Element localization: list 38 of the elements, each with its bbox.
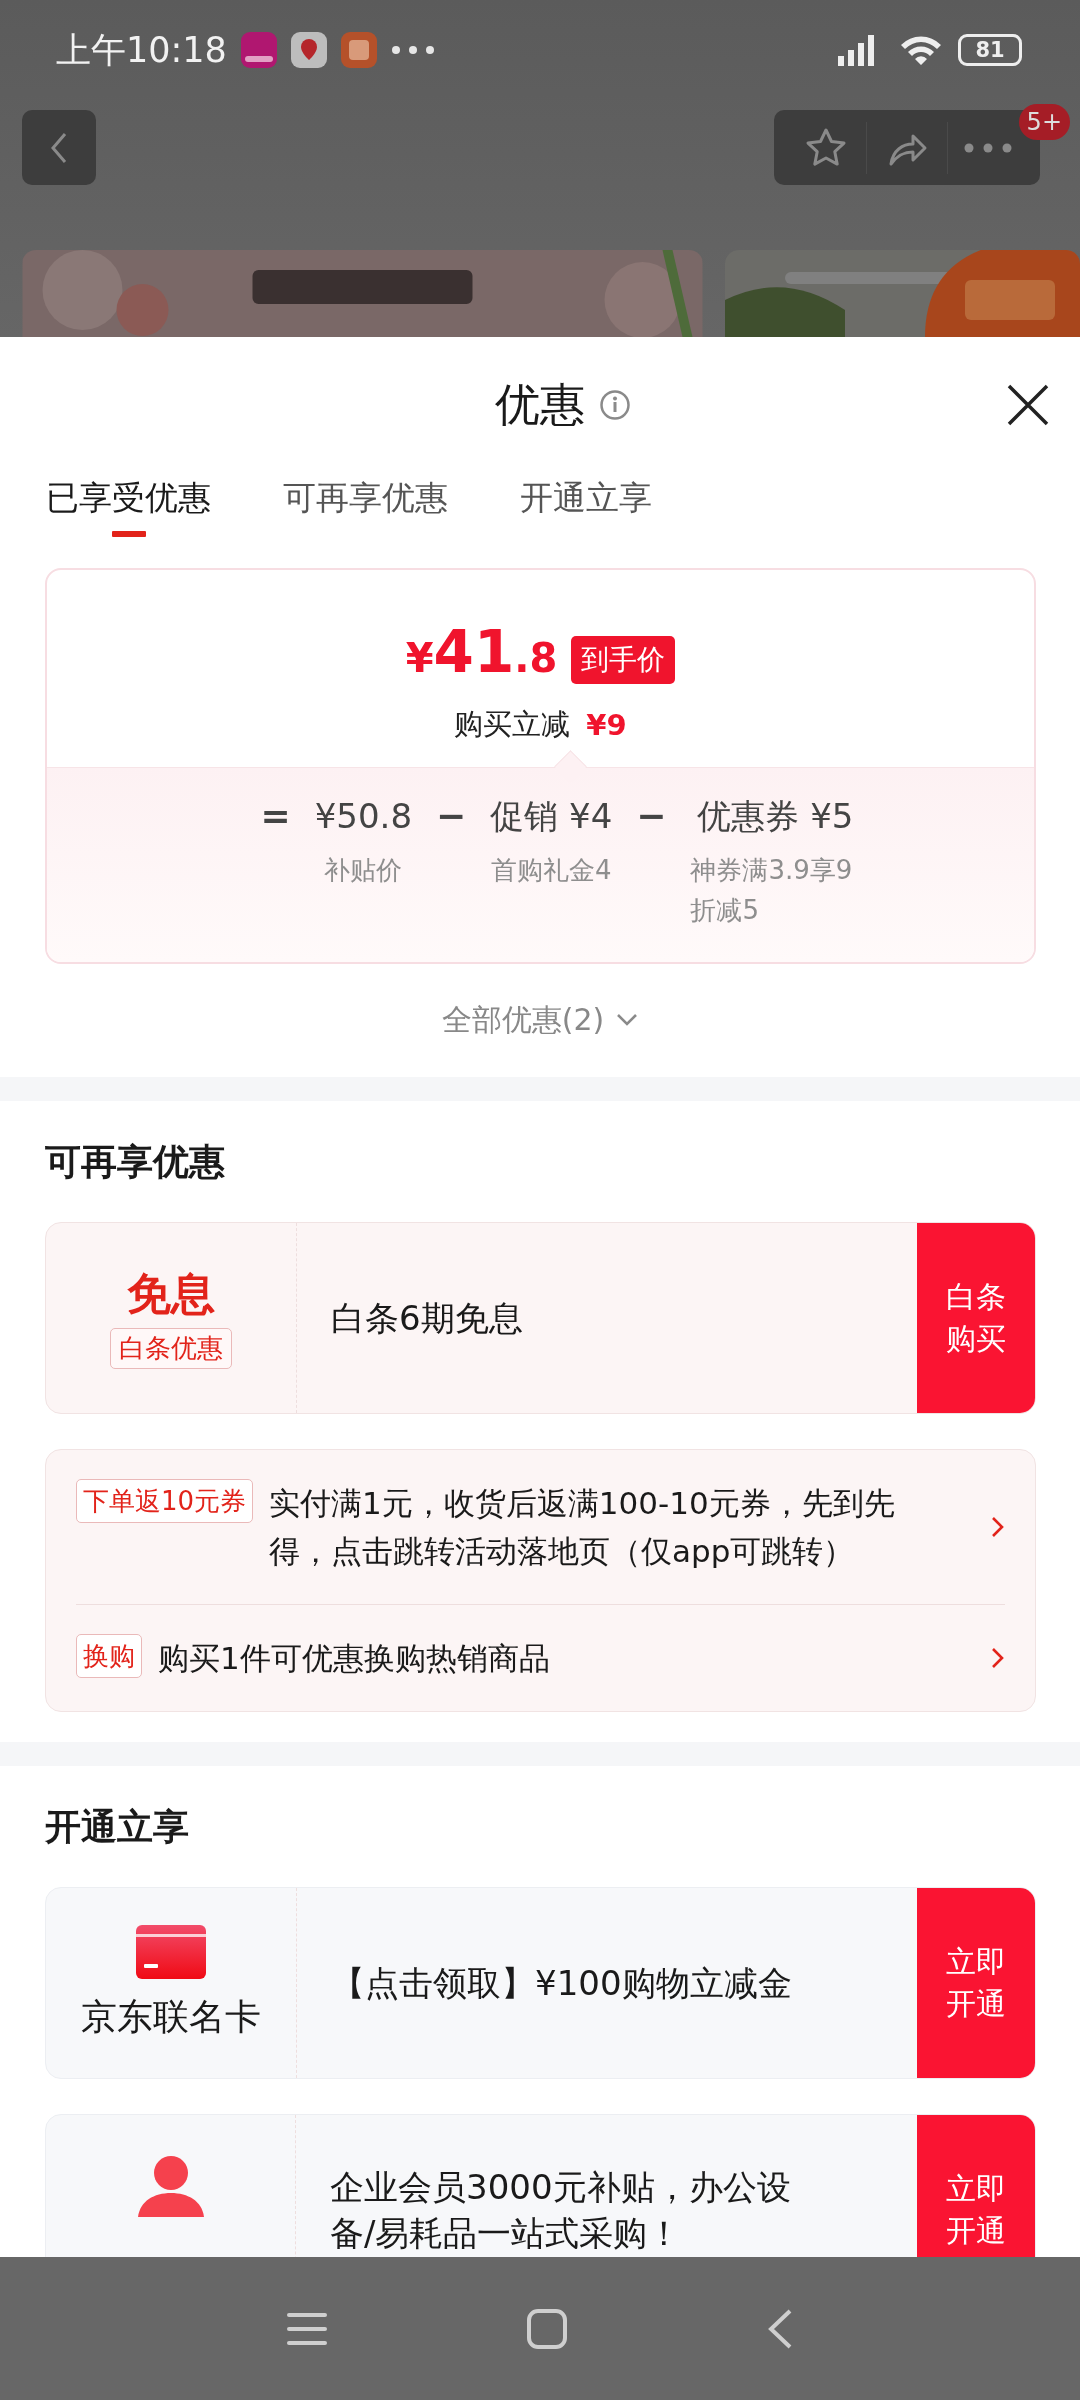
action-button[interactable]: 白条购买 xyxy=(917,1223,1035,1413)
tab[interactable]: 开通立享 xyxy=(520,473,652,537)
all-offers-link[interactable]: 全部优惠(2) xyxy=(441,998,639,1042)
amount-text: 优惠券 ¥5 xyxy=(697,795,854,838)
offer-text: 购买1件可优惠换购热销商品 xyxy=(158,1639,550,1678)
action-button[interactable]: 立即开通 xyxy=(917,1888,1035,2078)
operator-sign: − xyxy=(436,794,467,838)
saving-label: 购买立减 xyxy=(454,706,571,743)
tab[interactable]: 已享受优惠 xyxy=(46,473,211,537)
offer-text: 实付满1元，收货后返满100-10元券，先到先得，点击跳转活动落地页（仅app可跳转） xyxy=(269,1484,896,1571)
offer-tag: 换购 xyxy=(76,1634,142,1678)
operator-sign: = xyxy=(260,794,291,838)
offer-headline: 京东联名卡 xyxy=(81,1995,261,2039)
offer-row[interactable]: 下单返10元券 实付满1元，收货后返满100-10元券，先到先得，点击跳转活动落地页（仅app可跳转） xyxy=(76,1450,1005,1604)
offer-text: 白条6期免息 xyxy=(331,1297,523,1340)
section-title: 开通立享 xyxy=(45,1805,190,1849)
amount-text: 促销 ¥4 xyxy=(490,795,613,838)
status-time: 上午10:18 xyxy=(56,28,227,72)
offer-text: 【点击领取】¥100购物立减金 xyxy=(331,1962,792,2005)
offer-headline: 免息 xyxy=(127,1267,215,1320)
sheet-title: 优惠 xyxy=(495,377,585,433)
offer-text: 企业会员3000元补贴，办公设备/易耗品一站式采购！ xyxy=(330,2166,792,2255)
operator-sign: − xyxy=(636,794,667,838)
amount-note: 首购礼金4 xyxy=(491,854,612,887)
section-title: 可再享优惠 xyxy=(45,1140,226,1184)
amount-text: ¥50.8 xyxy=(314,795,413,838)
price-text: ¥41.8 xyxy=(405,620,558,688)
action-button[interactable]: 立即开通 xyxy=(917,2115,1035,2257)
saving-amount: ¥9 xyxy=(586,708,627,742)
tab[interactable]: 可再享优惠 xyxy=(283,473,448,537)
battery-indicator: 81 xyxy=(958,34,1022,66)
offer-row[interactable]: 换购 购买1件可优惠换购热销商品 xyxy=(76,1605,1005,1711)
amount-note: 神券满3.9享9折减5 xyxy=(690,854,854,927)
offer-tag: 白条优惠 xyxy=(110,1327,232,1369)
offer-tag: 下单返10元券 xyxy=(76,1479,254,1523)
amount-note: 补贴价 xyxy=(324,854,403,887)
price-badge: 到手价 xyxy=(571,635,676,684)
count-badge: 5+ xyxy=(1018,104,1070,140)
